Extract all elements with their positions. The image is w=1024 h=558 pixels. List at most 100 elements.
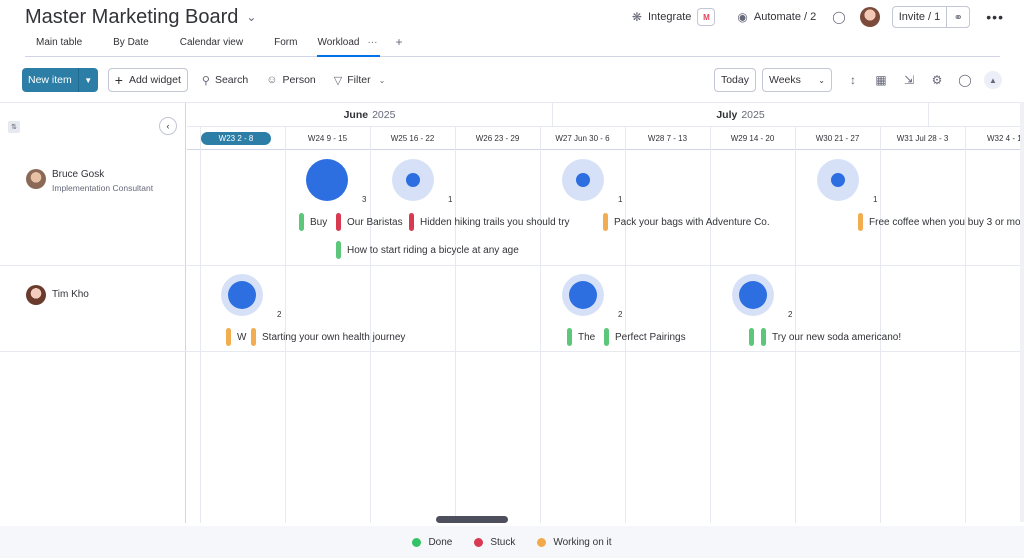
search-button[interactable]: ⚲ Search [202, 74, 248, 87]
task-item[interactable]: W [226, 328, 248, 346]
chevron-left-icon[interactable]: ‹ [159, 117, 177, 135]
row-divider [0, 265, 1024, 266]
chevron-down-icon[interactable]: ⌄ [246, 10, 256, 24]
person-role: Implementation Consultant [52, 183, 154, 193]
workload-count: 1 [873, 195, 878, 204]
month-name: July [716, 109, 738, 121]
task-item[interactable]: Buy [299, 213, 333, 231]
person-row-header[interactable]: Tim Kho [0, 285, 186, 305]
person-name: Tim Kho [52, 289, 89, 300]
chevron-down-icon: ⌄ [818, 75, 825, 85]
chevron-down-icon[interactable]: ▼ [77, 68, 98, 92]
week-cell: W25 16 - 22 [370, 127, 455, 150]
tab-more-icon[interactable]: ··· [368, 37, 378, 48]
workload-bubble[interactable] [817, 159, 859, 201]
task-item[interactable]: Try our new soda americano! [761, 328, 921, 346]
tab-by-date[interactable]: By Date [102, 37, 149, 57]
user-avatar[interactable] [859, 7, 880, 27]
grid-line [200, 127, 201, 523]
task-label: Our Baristas [347, 216, 403, 228]
task-item[interactable]: How to start riding a bicycle at any age [336, 241, 536, 259]
week-cell: W31 Jul 28 - 3 [880, 127, 965, 150]
legend-dot [412, 537, 422, 547]
people-column: ⇅ ‹ Bruce Gosk Implementation Consultant… [0, 103, 186, 523]
task-item[interactable]: Pack your bags with Adventure Co. [603, 213, 783, 231]
invite-button[interactable]: Invite / 1 ⚭ [891, 6, 971, 28]
workload-bubble[interactable] [221, 274, 263, 316]
workload-bubble[interactable] [732, 274, 774, 316]
row-height-icon[interactable]: ↕ [846, 73, 860, 87]
toolbar: New item ▼ + Add widget ⚲ Search ☺ Perso… [22, 67, 1002, 93]
new-item-button[interactable]: New item ▼ [22, 68, 98, 92]
add-view-icon[interactable]: + [396, 35, 403, 49]
status-bar-working [226, 328, 231, 346]
horizontal-scrollbar[interactable] [436, 516, 508, 523]
task-label: Perfect Pairings [615, 331, 686, 343]
task-item[interactable]: Perfect Pairings [604, 328, 700, 346]
legend-dot [474, 537, 484, 547]
new-item-label[interactable]: New item [22, 68, 78, 92]
status-bar-working [251, 328, 256, 346]
month-name: June [343, 109, 369, 121]
chat-bubble-icon: ◯ [832, 10, 846, 24]
fullscreen-collapse-icon[interactable]: ⇲ [902, 73, 916, 87]
workload-bubble[interactable] [562, 274, 604, 316]
collapse-all-icon[interactable]: ⇅ [8, 121, 20, 133]
week-label: W27 Jun 30 - 6 [555, 134, 610, 143]
legend-item-done: Done [412, 537, 452, 548]
workload-bubble[interactable] [392, 159, 434, 201]
task-label: Pack your bags with Adventure Co. [614, 216, 770, 228]
integration-badge-icon: M [697, 8, 716, 26]
link-icon[interactable]: ⚭ [947, 11, 969, 24]
workload-grid: ⇅ ‹ Bruce Gosk Implementation Consultant… [0, 102, 1024, 523]
month-year: 2025 [741, 109, 765, 121]
updates-button[interactable]: ◯ [832, 10, 845, 24]
status-bar-done [604, 328, 609, 346]
row-divider [0, 351, 1024, 352]
robot-icon: ◉ [737, 10, 748, 24]
tab-label: Form [274, 37, 298, 48]
month-header: June 2025 July 2025 [187, 103, 1024, 127]
task-item[interactable]: Free coffee when you buy 3 or more [858, 213, 1022, 231]
workload-bubble[interactable] [306, 159, 348, 201]
task-item[interactable]: The [567, 328, 601, 346]
person-row-header[interactable]: Bruce Gosk Implementation Consultant [0, 169, 186, 193]
tab-form[interactable]: Form [263, 37, 297, 57]
today-button[interactable]: Today [713, 68, 756, 92]
month-cell: July 2025 [553, 103, 929, 127]
person-filter-button[interactable]: ☺ Person [266, 74, 316, 86]
tab-workload[interactable]: Workload ··· [317, 37, 380, 57]
today-label: Today [720, 74, 749, 86]
task-item[interactable]: Our Baristas [336, 213, 408, 231]
filter-button[interactable]: ▽ Filter ⌄ [334, 74, 386, 87]
vertical-scrollbar[interactable] [1020, 102, 1024, 522]
board-title[interactable]: Master Marketing Board ⌄ [25, 4, 256, 30]
automate-label: Automate / 2 [753, 11, 817, 23]
workload-count: 1 [448, 195, 453, 204]
tab-main-table[interactable]: Main table [25, 37, 82, 57]
zoom-select[interactable]: Weeks ⌄ [762, 68, 832, 92]
legend-label: Working on it [553, 536, 612, 548]
avatar [26, 285, 46, 305]
chevron-up-icon[interactable]: ▲ [984, 71, 1002, 89]
workload-bubble[interactable] [562, 159, 604, 201]
feedback-icon[interactable]: ◯ [958, 73, 972, 87]
excel-export-icon[interactable]: ▦ [874, 73, 888, 87]
status-legend: Done Stuck Working on it [0, 526, 1024, 558]
add-widget-button[interactable]: + Add widget [107, 68, 188, 92]
gear-icon[interactable]: ⚙ [930, 73, 944, 87]
avatar [26, 169, 46, 189]
task-item[interactable] [749, 328, 759, 346]
integrate-button[interactable]: ❋ Integrate M [632, 8, 716, 26]
grid-line [880, 127, 881, 523]
task-item[interactable]: Starting your own health journey [251, 328, 421, 346]
automate-button[interactable]: ◉ Automate / 2 [737, 10, 816, 24]
filter-label: Filter [347, 74, 371, 86]
more-options-icon[interactable]: ••• [986, 9, 1004, 25]
week-cell: W28 7 - 13 [625, 127, 710, 150]
tab-calendar-view[interactable]: Calendar view [169, 37, 243, 57]
week-label: W25 16 - 22 [390, 134, 435, 143]
task-item[interactable]: Hidden hiking trails you should try [409, 213, 579, 231]
week-cell: W24 9 - 15 [285, 127, 370, 150]
chevron-down-icon[interactable]: ⌄ [379, 76, 386, 85]
